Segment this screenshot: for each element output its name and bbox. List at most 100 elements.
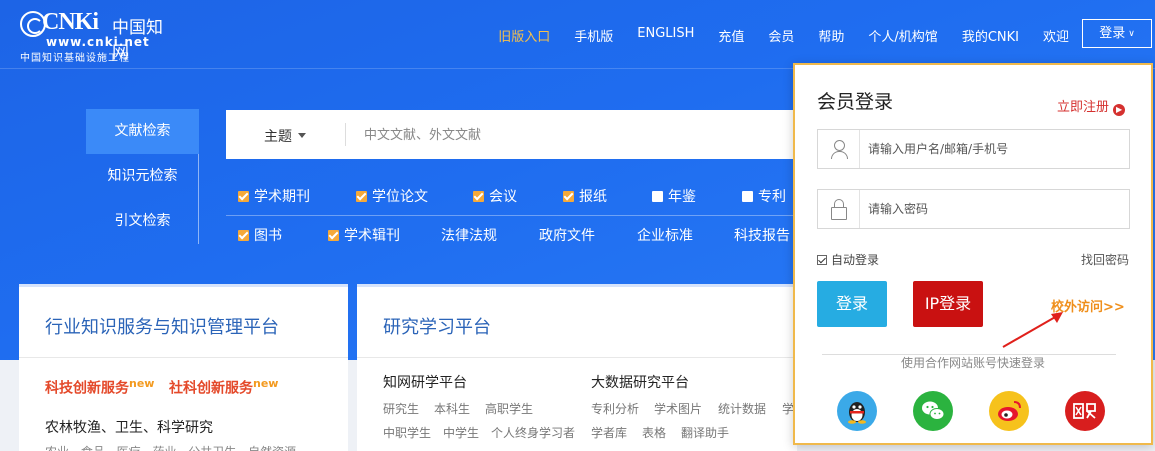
nav-welcome: 欢迎 (1042, 30, 1069, 45)
link-gov-docs[interactable]: 政府文件 (539, 225, 595, 245)
search-box: 主题 (226, 110, 806, 159)
cnki-study-platform[interactable]: 知网研学平台 (383, 372, 467, 392)
tab-literature-search[interactable]: 文献检索 (86, 109, 199, 154)
link-scholars[interactable]: 学者库 (591, 424, 627, 441)
checkbox-label: 图书 (254, 228, 282, 244)
link-tech-reports[interactable]: 科技报告 (734, 225, 790, 245)
third-party-text: 使用合作网站账号快速登录 (892, 356, 1053, 370)
logo-brand: CNKi (42, 9, 99, 35)
search-input[interactable] (364, 122, 784, 148)
checkbox-academic-series[interactable]: 学术辑刊 (328, 225, 400, 245)
industry-platform-card: 行业知识服务与知识管理平台 科技创新服务new 社科创新服务new 农林牧渔、卫… (19, 284, 348, 451)
industry-subline[interactable]: 农业 食品 医疗 药业 公共卫生 自然资源 (45, 443, 296, 451)
checkbox-checked (328, 230, 339, 241)
header-login-button[interactable]: 登录 ∨ (1082, 19, 1152, 48)
checkbox-newspaper[interactable]: 报纸 (563, 186, 607, 206)
search-separator (345, 123, 346, 146)
link-tables[interactable]: 表格 (642, 424, 666, 441)
link-statistics[interactable]: 统计数据 (718, 400, 766, 417)
link-academic-images[interactable]: 学术图片 (654, 400, 702, 417)
nav-old-version[interactable]: 旧版入口 (498, 26, 550, 45)
logo-subtitle: 中国知识基础设施工程 (20, 53, 130, 64)
link-vocational[interactable]: 高职学生 (485, 400, 533, 417)
link-translation[interactable]: 翻译助手 (681, 424, 729, 441)
checkbox-label: 会议 (489, 189, 517, 205)
big-data-platform[interactable]: 大数据研究平台 (591, 372, 689, 392)
tab-citation-search[interactable]: 引文检索 (86, 199, 199, 244)
annotation-arrow (1002, 312, 1063, 348)
ip-login-button[interactable]: IP登录 (913, 281, 983, 327)
auto-login-checkbox[interactable]: 自动登录 (817, 251, 879, 268)
card-title[interactable]: 研究学习平台 (383, 313, 491, 339)
checkbox-label: 年鉴 (668, 189, 696, 205)
search-field-select[interactable]: 主题 (264, 126, 306, 146)
checkbox-book[interactable]: 图书 (238, 225, 282, 245)
netease-icon[interactable] (1065, 391, 1105, 431)
panel-title: 会员登录 (817, 91, 894, 113)
checkbox-label: 学位论文 (372, 189, 428, 205)
checkbox-label: 专利 (758, 189, 786, 205)
checkbox-divider (226, 215, 806, 216)
link-secondary-vocational[interactable]: 中职学生 (383, 424, 431, 441)
member-login-panel: 会员登录 立即注册▶ 自动登录 找回密码 登录 IP登录 校外访问>> 使用合作… (793, 63, 1153, 445)
industry-line[interactable]: 农林牧渔、卫生、科学研究 (45, 417, 213, 437)
nav-help[interactable]: 帮助 (818, 26, 844, 45)
nav-my-cnki[interactable]: 我的CNKI (962, 26, 1019, 45)
nav-recharge[interactable]: 充值 (718, 26, 744, 45)
checkbox-label: 学术期刊 (254, 189, 310, 205)
username-input[interactable] (868, 138, 1118, 160)
logo-url: www.cnki.net (46, 35, 150, 49)
checkbox-checked (238, 191, 249, 202)
checkbox-label: 报纸 (579, 189, 607, 205)
nav-english[interactable]: ENGLISH (637, 26, 694, 45)
checkbox-unchecked (742, 191, 753, 202)
login-button[interactable]: 登录 (817, 281, 887, 327)
new-badge: new (129, 377, 155, 390)
link-graduate[interactable]: 研究生 (383, 400, 419, 417)
link-patent-analysis[interactable]: 专利分析 (591, 400, 639, 417)
weibo-icon[interactable] (989, 391, 1029, 431)
third-party-label: 使用合作网站账号快速登录 (795, 354, 1151, 371)
tabs-divider (198, 154, 199, 244)
research-platform-card: 研究学习平台 知网研学平台 研究生 本科生 高职学生 中职学生 中学生 个人终身… (357, 284, 797, 451)
checkbox-yearbook[interactable]: 年鉴 (652, 186, 696, 206)
tech-innovation-link[interactable]: 科技创新服务new (45, 377, 154, 398)
auto-login-label: 自动登录 (831, 253, 880, 267)
register-link[interactable]: 立即注册 ▶ (1057, 96, 1126, 116)
tab-knowledge-search[interactable]: 知识元检索 (86, 154, 199, 199)
link-enterprise-standards[interactable]: 企业标准 (637, 225, 693, 245)
new-badge: new (253, 377, 279, 390)
link-laws[interactable]: 法律法规 (441, 225, 497, 245)
tag-label: 社科创新服务 (169, 380, 253, 397)
username-field (817, 129, 1130, 169)
password-input[interactable] (868, 198, 1118, 220)
header-login-label: 登录 (1099, 26, 1126, 41)
social-innovation-link[interactable]: 社科创新服务new (169, 377, 278, 398)
chevron-down-icon: ∨ (1128, 29, 1135, 39)
checkbox-patent[interactable]: 专利 (742, 186, 786, 206)
nav-mobile[interactable]: 手机版 (574, 26, 613, 45)
card-divider (357, 357, 797, 358)
checkbox-journal[interactable]: 学术期刊 (238, 186, 310, 206)
wechat-icon[interactable] (913, 391, 953, 431)
checkbox-conference[interactable]: 会议 (473, 186, 517, 206)
link-lifelong[interactable]: 个人终身学习者 (491, 424, 575, 441)
arrow-right-icon: ▶ (1113, 104, 1126, 116)
forgot-password-link[interactable]: 找回密码 (1081, 251, 1129, 268)
qq-icon[interactable] (837, 391, 877, 431)
password-field (817, 189, 1130, 229)
link-undergrad[interactable]: 本科生 (434, 400, 470, 417)
checkbox-checked (356, 191, 367, 202)
search-field-label: 主题 (264, 129, 292, 145)
checkbox-thesis[interactable]: 学位论文 (356, 186, 428, 206)
checkbox-checked (817, 255, 827, 265)
register-label: 立即注册 (1057, 100, 1110, 115)
checkbox-checked (563, 191, 574, 202)
card-title[interactable]: 行业知识服务与知识管理平台 (45, 313, 279, 339)
link-high-school[interactable]: 中学生 (443, 424, 479, 441)
checkbox-checked (473, 191, 484, 202)
top-nav: 旧版入口 手机版 ENGLISH 充值 会员 帮助 个人/机构馆 我的CNKI … (474, 26, 1069, 45)
cnki-logo[interactable]: CNKi 中国知网 www.cnki.net 中国知识基础设施工程 (20, 9, 170, 64)
nav-member[interactable]: 会员 (768, 26, 794, 45)
nav-personal-institution[interactable]: 个人/机构馆 (868, 26, 937, 45)
